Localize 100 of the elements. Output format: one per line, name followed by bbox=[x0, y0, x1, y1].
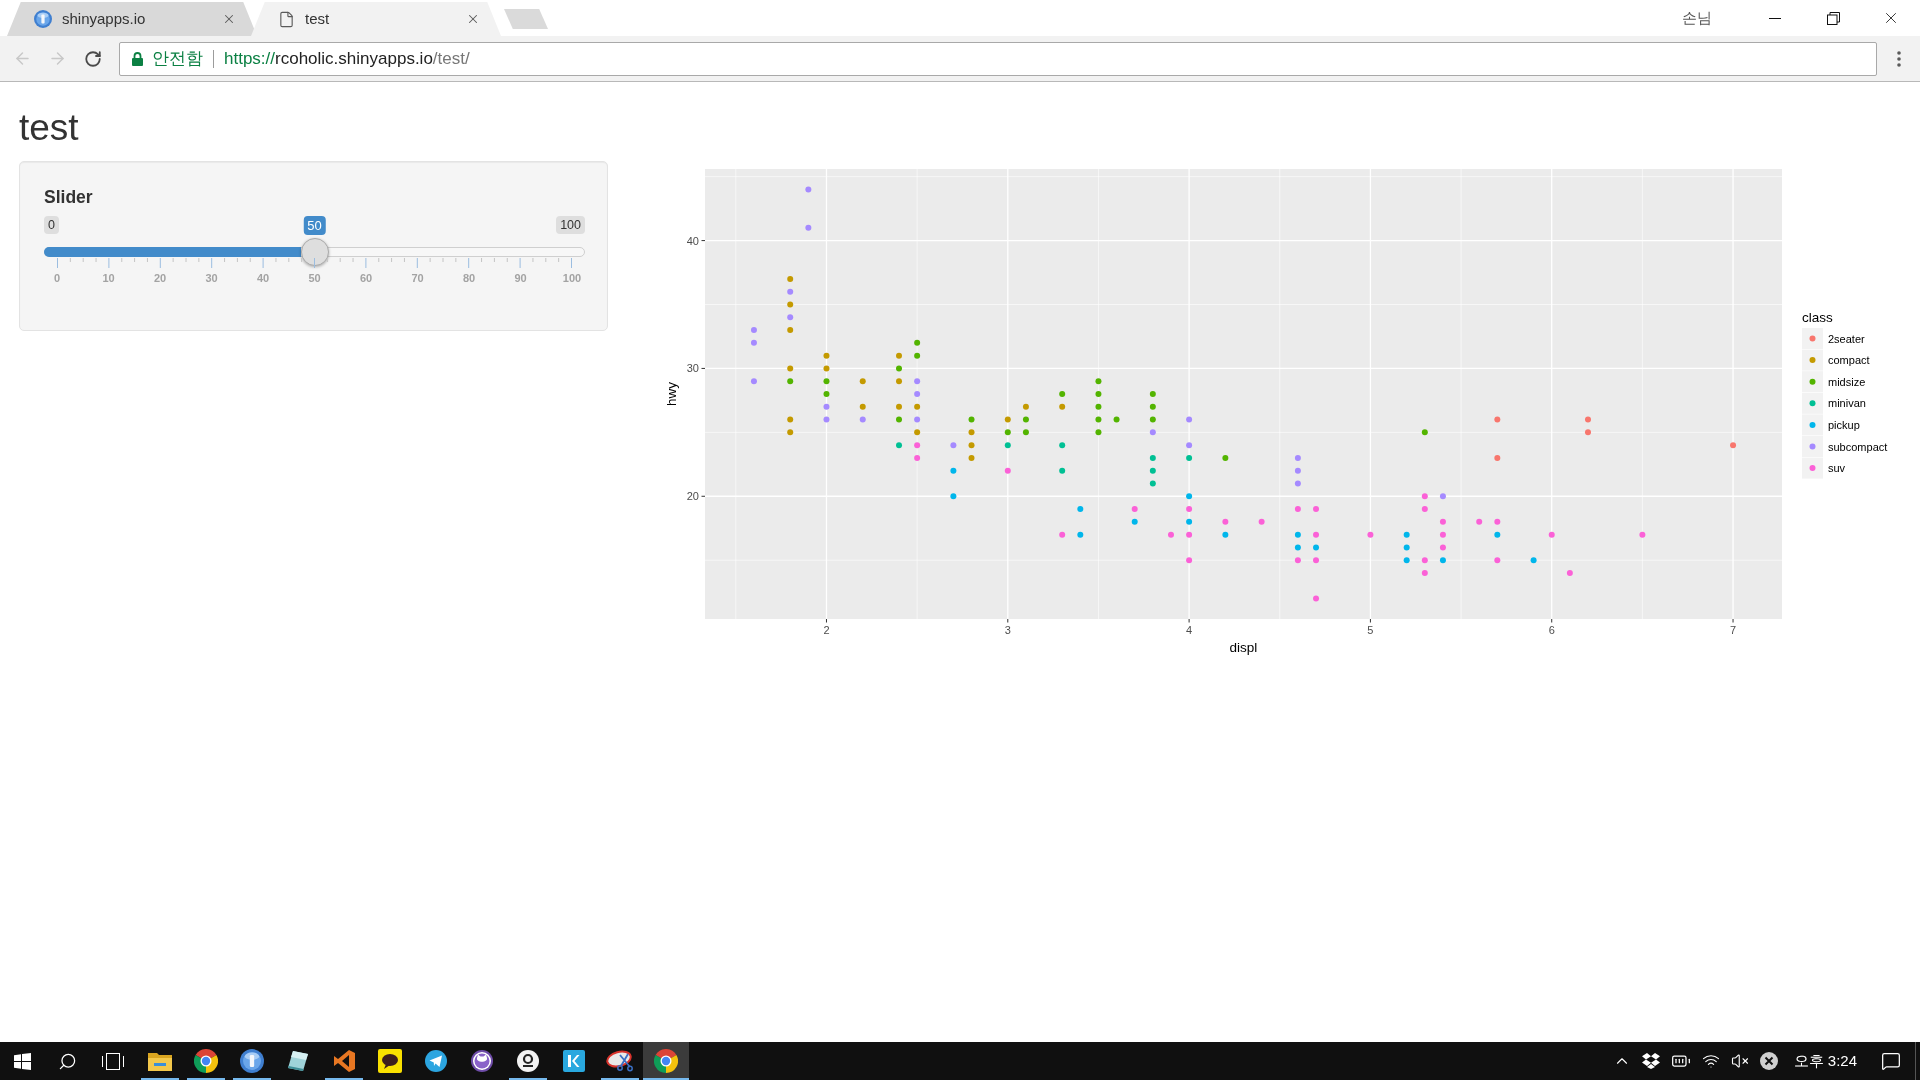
search-icon bbox=[58, 1051, 77, 1071]
data-point bbox=[805, 224, 812, 231]
legend-swatch bbox=[1802, 457, 1823, 479]
browser-tab[interactable]: test bbox=[251, 2, 501, 36]
data-point bbox=[750, 327, 757, 334]
close-icon bbox=[222, 12, 236, 26]
close-icon bbox=[466, 12, 480, 26]
menu-icon bbox=[1897, 50, 1901, 67]
axis-tick-label: 7 bbox=[1730, 624, 1737, 636]
data-point bbox=[787, 288, 794, 295]
data-point bbox=[1149, 467, 1156, 474]
data-point bbox=[1004, 442, 1011, 449]
data-point bbox=[1403, 557, 1410, 564]
data-point bbox=[1095, 391, 1102, 397]
slider-tick-label: 90 bbox=[514, 271, 527, 285]
data-point bbox=[1149, 429, 1156, 436]
data-point bbox=[1439, 518, 1446, 525]
data-point bbox=[1258, 518, 1265, 525]
profile-button[interactable]: 손님 bbox=[1678, 3, 1716, 33]
data-point bbox=[805, 186, 812, 193]
clock-button[interactable]: 오후 3:24 bbox=[1783, 1042, 1867, 1080]
data-point bbox=[1439, 544, 1446, 551]
data-point bbox=[1167, 531, 1174, 538]
taskbar-app-button[interactable] bbox=[643, 1042, 689, 1080]
data-point bbox=[787, 327, 794, 334]
data-point bbox=[1403, 544, 1410, 551]
data-point bbox=[750, 378, 757, 385]
data-point bbox=[787, 378, 794, 385]
data-point bbox=[1095, 416, 1102, 423]
slider-handle[interactable] bbox=[300, 238, 329, 266]
slider-tick-label: 80 bbox=[462, 271, 476, 285]
data-point bbox=[1294, 467, 1301, 474]
data-point bbox=[914, 391, 921, 397]
data-point bbox=[914, 403, 921, 410]
data-point bbox=[1421, 429, 1428, 436]
data-point bbox=[1313, 531, 1320, 538]
slider-tick-label: 100 bbox=[562, 271, 582, 285]
data-point bbox=[896, 416, 902, 423]
data-point bbox=[950, 493, 957, 500]
legend-label: compact bbox=[1828, 354, 1870, 367]
legend-label: minivan bbox=[1828, 397, 1866, 410]
slider-track[interactable] bbox=[44, 247, 585, 257]
axis-title: hwy bbox=[664, 382, 679, 406]
data-point bbox=[1222, 454, 1229, 461]
data-point bbox=[823, 365, 830, 372]
data-point bbox=[1294, 454, 1301, 461]
legend-swatch bbox=[1802, 371, 1823, 393]
slider-tick-label: 70 bbox=[411, 271, 424, 285]
data-point bbox=[1294, 557, 1301, 564]
open-box-icon bbox=[1641, 1053, 1660, 1069]
data-point bbox=[787, 365, 794, 372]
security-label: 안전함 bbox=[152, 47, 203, 70]
data-point bbox=[1639, 531, 1646, 538]
data-point bbox=[896, 442, 902, 449]
data-point bbox=[859, 416, 866, 423]
data-point bbox=[1439, 493, 1446, 500]
data-point bbox=[1077, 506, 1084, 513]
legend-swatch bbox=[1802, 414, 1823, 436]
slider-tick-label: 0 bbox=[53, 271, 61, 285]
paper-plane-icon bbox=[425, 1050, 447, 1072]
data-point bbox=[1149, 480, 1156, 487]
data-point bbox=[1294, 544, 1301, 551]
data-point bbox=[1095, 378, 1102, 385]
data-point bbox=[1186, 493, 1193, 500]
slider-label: Slider bbox=[44, 186, 93, 208]
data-point bbox=[896, 403, 902, 410]
data-point bbox=[914, 416, 921, 423]
data-point bbox=[1494, 454, 1501, 461]
restore-icon bbox=[1826, 11, 1840, 25]
slider-tick-label: 60 bbox=[359, 271, 373, 285]
data-point bbox=[1004, 429, 1011, 436]
axis-title: displ bbox=[1229, 640, 1258, 655]
cat-face-icon bbox=[471, 1050, 493, 1072]
data-point bbox=[1566, 570, 1573, 576]
data-point bbox=[1059, 403, 1066, 410]
folder-icon bbox=[148, 1051, 172, 1071]
ribbon-icon bbox=[332, 1049, 356, 1073]
data-point bbox=[1530, 557, 1537, 564]
ring-icon bbox=[517, 1050, 539, 1072]
data-point bbox=[1186, 531, 1193, 538]
data-point bbox=[859, 378, 866, 385]
data-point bbox=[1222, 531, 1229, 538]
address-bar[interactable]: 안전함 https://rcoholic.shinyapps.io/test/ bbox=[119, 41, 1877, 76]
data-point bbox=[914, 352, 921, 359]
data-point bbox=[1149, 454, 1156, 461]
data-point bbox=[1313, 506, 1320, 513]
data-point bbox=[1421, 506, 1428, 513]
data-point bbox=[1186, 416, 1193, 423]
data-point bbox=[950, 442, 957, 449]
data-point bbox=[1186, 442, 1193, 449]
data-point bbox=[914, 378, 921, 385]
legend-label: subcompact bbox=[1828, 440, 1888, 453]
data-point bbox=[859, 403, 866, 410]
data-point bbox=[1222, 518, 1229, 525]
data-point bbox=[823, 378, 830, 385]
data-point bbox=[914, 454, 921, 461]
legend-swatch bbox=[1802, 328, 1823, 349]
data-point bbox=[1294, 480, 1301, 487]
data-point bbox=[787, 314, 794, 321]
legend-swatch bbox=[1802, 349, 1823, 371]
